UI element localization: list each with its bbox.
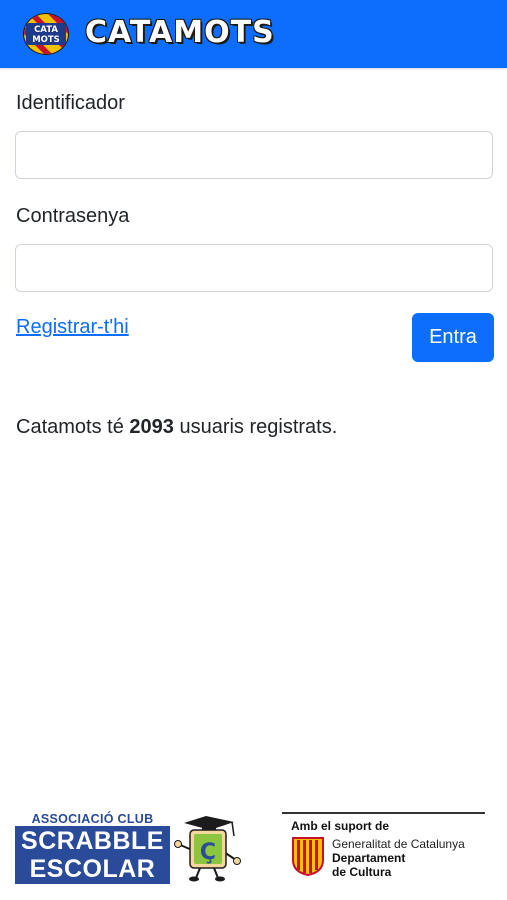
- scrabble-logo-line3: ESCOLAR: [15, 854, 170, 884]
- svg-text:MOTS: MOTS: [32, 35, 60, 45]
- support-line3: de Cultura: [332, 865, 392, 879]
- svg-text:Ç: Ç: [200, 840, 216, 865]
- register-link[interactable]: Registrar-t'hi: [16, 316, 129, 339]
- app-header: CATA MOTS CATAMOTS: [0, 0, 507, 68]
- password-label: Contrasenya: [16, 205, 130, 227]
- identifier-label: Identificador: [16, 92, 125, 114]
- svg-text:CATA: CATA: [34, 25, 58, 35]
- mascot-tile-icon: Ç: [174, 816, 241, 882]
- password-input[interactable]: [15, 244, 493, 292]
- scrabble-escolar-logo: ASSOCIACIÓ CLUB SCRABBLE ESCOLAR: [15, 812, 170, 884]
- identifier-input[interactable]: [15, 131, 493, 179]
- user-count: 2093: [129, 416, 174, 438]
- app-title: CATAMOTS: [85, 15, 275, 50]
- generalitat-emblem-icon: [292, 837, 324, 876]
- login-button[interactable]: Entra: [412, 313, 494, 362]
- stats-prefix: Catamots té: [16, 416, 124, 438]
- stats-suffix: usuaris registrats.: [179, 416, 338, 438]
- support-line1: Generalitat de Catalunya: [332, 837, 465, 851]
- scrabble-logo-line1: ASSOCIACIÓ CLUB: [31, 812, 154, 826]
- scrabble-logo-line2: SCRABBLE: [15, 826, 170, 856]
- support-logo: Amb el suport de Generalitat de Cataluny…: [282, 812, 485, 888]
- support-line2: Departament: [332, 851, 406, 865]
- catamots-logo-icon: CATA MOTS: [23, 13, 69, 55]
- registered-users-text: Catamots té 2093 usuaris registrats.: [16, 416, 337, 439]
- support-divider: [282, 812, 485, 814]
- support-title: Amb el suport de: [291, 819, 390, 833]
